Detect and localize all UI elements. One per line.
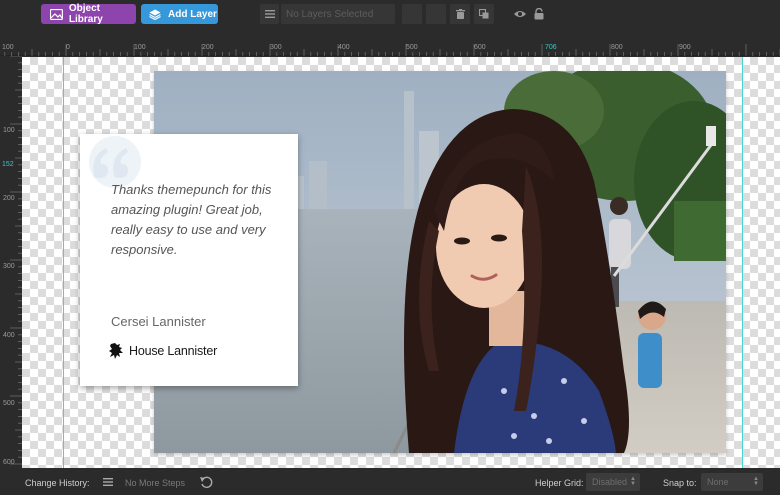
helper-grid-value: Disabled [592, 477, 628, 487]
ruler-tick-label: 800 [611, 44, 623, 51]
image-icon [50, 8, 63, 20]
ruler-tick-label: 200 [3, 195, 15, 202]
house-logo: House Lannister [108, 342, 217, 360]
ruler-cursor-x: 706 [545, 44, 557, 51]
helper-grid-select[interactable]: Disabled ▲ ▼ [586, 473, 640, 491]
top-toolbar: Object Library Add Layer No Layers Selec… [0, 0, 780, 30]
guide-line-right [742, 57, 743, 468]
horizontal-ruler: 100 0 100 200 300 400 500 600 800 900 70… [0, 30, 780, 56]
trash-icon [455, 9, 465, 19]
ruler-tick-label: 400 [3, 332, 15, 339]
delete-layer-button[interactable] [450, 4, 470, 24]
ruler-tick-label: 100 [134, 44, 146, 51]
snap-to-select[interactable]: None ▲ ▼ [701, 473, 763, 491]
house-name: House Lannister [129, 344, 218, 358]
ruler-tick-label: 300 [270, 44, 282, 51]
duplicate-icon [479, 9, 489, 19]
select-arrows-icon: ▲ ▼ [753, 476, 759, 487]
guide-line-left [63, 57, 64, 468]
snap-to-value: None [707, 477, 729, 487]
ruler-tick-label: 300 [3, 263, 15, 270]
layer-menu-button[interactable] [260, 4, 279, 24]
ruler-tick-label: 600 [3, 459, 15, 466]
ruler-tick-label: 100 [3, 127, 15, 134]
testimonial-quote: Thanks themepunch for this amazing plugi… [111, 182, 272, 257]
duplicate-layer-button[interactable] [474, 4, 494, 24]
add-layer-label: Add Layer [168, 8, 217, 20]
helper-grid-label: Helper Grid: [535, 478, 584, 488]
layer-select[interactable]: No Layers Selected [281, 4, 395, 24]
bottom-bar: Change History: No More Steps Helper Gri… [0, 469, 780, 495]
history-steps-text: No More Steps [125, 478, 186, 488]
ruler-tick-label: 400 [338, 44, 350, 51]
ruler-tick-label: 900 [679, 44, 691, 51]
ruler-tick-label: 0 [66, 44, 70, 51]
ruler-tick-label: 500 [406, 44, 418, 51]
select-arrows-icon: ▲ ▼ [630, 476, 636, 487]
toolbar-slot-2[interactable] [426, 4, 446, 24]
ruler-tick-label: 200 [202, 44, 214, 51]
layers-icon [149, 9, 161, 20]
change-history-label: Change History: [25, 478, 90, 488]
testimonial-author: Cersei Lannister [111, 314, 206, 329]
undo-icon[interactable] [199, 475, 213, 489]
vertical-ruler: 100 200 300 400 500 600 [0, 56, 22, 468]
menu-icon [103, 478, 113, 486]
object-library-label: Object Library [68, 3, 103, 25]
ruler-tick-label: 600 [474, 44, 486, 51]
ruler-cursor-y: 152 [2, 161, 14, 168]
add-layer-button[interactable]: Add Layer [141, 4, 218, 24]
object-library-button[interactable]: Object Library [41, 3, 136, 25]
ruler-ticks-top [4, 44, 780, 56]
menu-icon [264, 10, 275, 18]
layer-select-placeholder: No Layers Selected [286, 8, 374, 20]
eye-icon[interactable] [513, 9, 527, 19]
history-menu-button[interactable] [98, 474, 118, 490]
toolbar-slot-1[interactable] [402, 4, 422, 24]
ruler-tick-label: 500 [3, 400, 15, 407]
snap-to-label: Snap to: [663, 478, 697, 488]
ruler-tick-label: 100 [2, 44, 14, 51]
lion-sigil-icon [109, 343, 123, 359]
testimonial-card[interactable]: Thanks themepunch for this amazing plugi… [80, 134, 298, 386]
lock-icon[interactable] [533, 8, 545, 20]
